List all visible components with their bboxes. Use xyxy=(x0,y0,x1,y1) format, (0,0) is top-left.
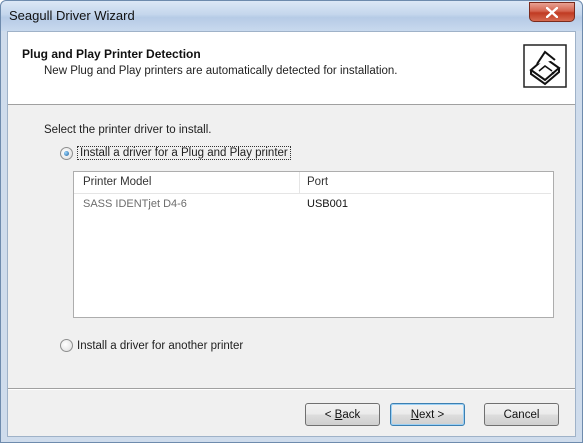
radio-pnp-printer[interactable]: Install a driver for a Plug and Play pri… xyxy=(60,146,291,160)
list-header: Printer Model Port xyxy=(74,172,551,194)
radio-other-label[interactable]: Install a driver for another printer xyxy=(77,340,243,352)
radio-pnp-label[interactable]: Install a driver for a Plug and Play pri… xyxy=(77,146,291,160)
back-accel: B xyxy=(334,408,343,421)
page-title: Plug and Play Printer Detection xyxy=(22,47,201,61)
next-rest: ext > xyxy=(419,408,445,421)
back-rest: ack xyxy=(342,408,361,421)
port-cell: USB001 xyxy=(307,198,348,210)
back-button[interactable]: < Back xyxy=(305,403,380,426)
back-prefix: < xyxy=(324,408,335,421)
close-button[interactable] xyxy=(529,2,575,22)
radio-button-unselected[interactable] xyxy=(60,339,73,352)
printer-icon xyxy=(523,44,567,88)
footer-divider xyxy=(8,388,575,390)
column-header-port[interactable]: Port xyxy=(307,176,328,188)
title-bar[interactable]: Seagull Driver Wizard xyxy=(1,1,582,31)
table-row[interactable]: SASS IDENTjet D4-6 USB001 xyxy=(74,196,551,214)
next-accel: N xyxy=(410,408,420,421)
cancel-button[interactable]: Cancel xyxy=(484,403,559,426)
printer-model-cell: SASS IDENTjet D4-6 xyxy=(83,198,187,210)
window-title: Seagull Driver Wizard xyxy=(9,8,135,23)
cancel-label: Cancel xyxy=(503,408,540,421)
next-button[interactable]: Next > xyxy=(390,403,465,426)
close-x-icon xyxy=(546,6,558,18)
printer-listview[interactable]: Printer Model Port SASS IDENTjet D4-6 US… xyxy=(73,171,554,318)
wizard-header: Plug and Play Printer Detection New Plug… xyxy=(8,32,575,105)
page-subtitle: New Plug and Play printers are automatic… xyxy=(44,65,398,77)
radio-button-selected[interactable] xyxy=(60,146,73,160)
column-separator xyxy=(299,172,300,194)
install-prompt: Select the printer driver to install. xyxy=(44,124,212,136)
column-header-printer-model[interactable]: Printer Model xyxy=(83,176,151,188)
radio-other-printer[interactable]: Install a driver for another printer xyxy=(60,339,243,352)
